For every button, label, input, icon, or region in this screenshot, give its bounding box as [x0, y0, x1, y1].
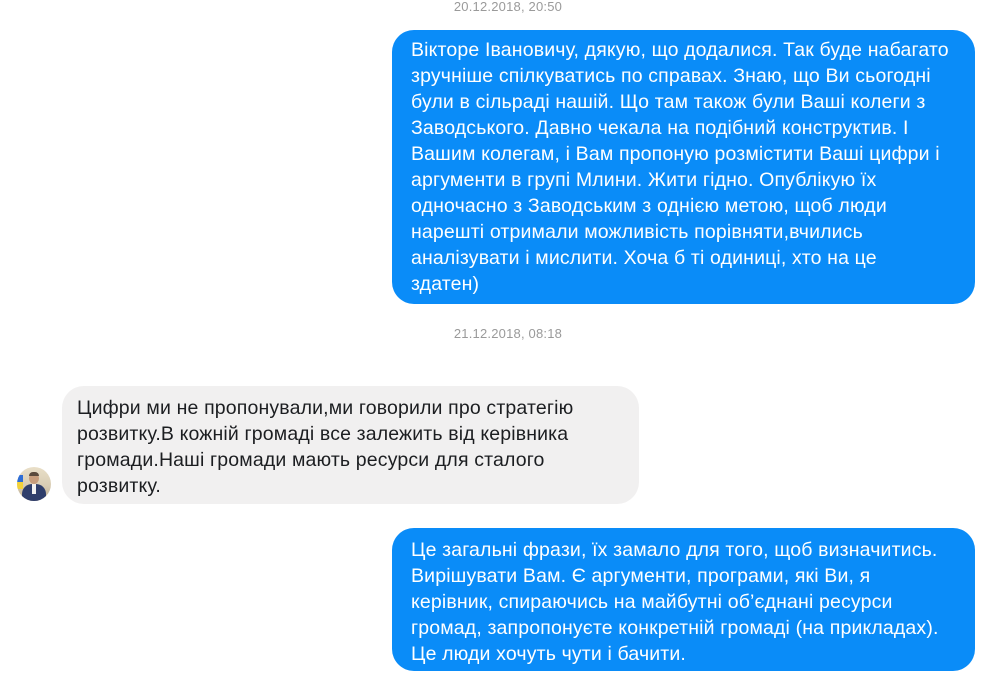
avatar-shirt	[32, 484, 36, 494]
outgoing-message[interactable]: Це загальні фрази, їх замало для того, щ…	[392, 528, 975, 671]
avatar-hair	[29, 472, 39, 476]
outgoing-message[interactable]: Вікторе Івановичу, дякую, що додалися. Т…	[392, 30, 975, 304]
sender-avatar[interactable]	[17, 467, 51, 501]
message-timestamp: 21.12.2018, 08:18	[453, 326, 563, 341]
avatar-flag	[17, 475, 23, 489]
message-timestamp: 20.12.2018, 20:50	[453, 0, 563, 14]
incoming-message[interactable]: Цифри ми не пропонували,ми говорили про …	[62, 386, 639, 504]
